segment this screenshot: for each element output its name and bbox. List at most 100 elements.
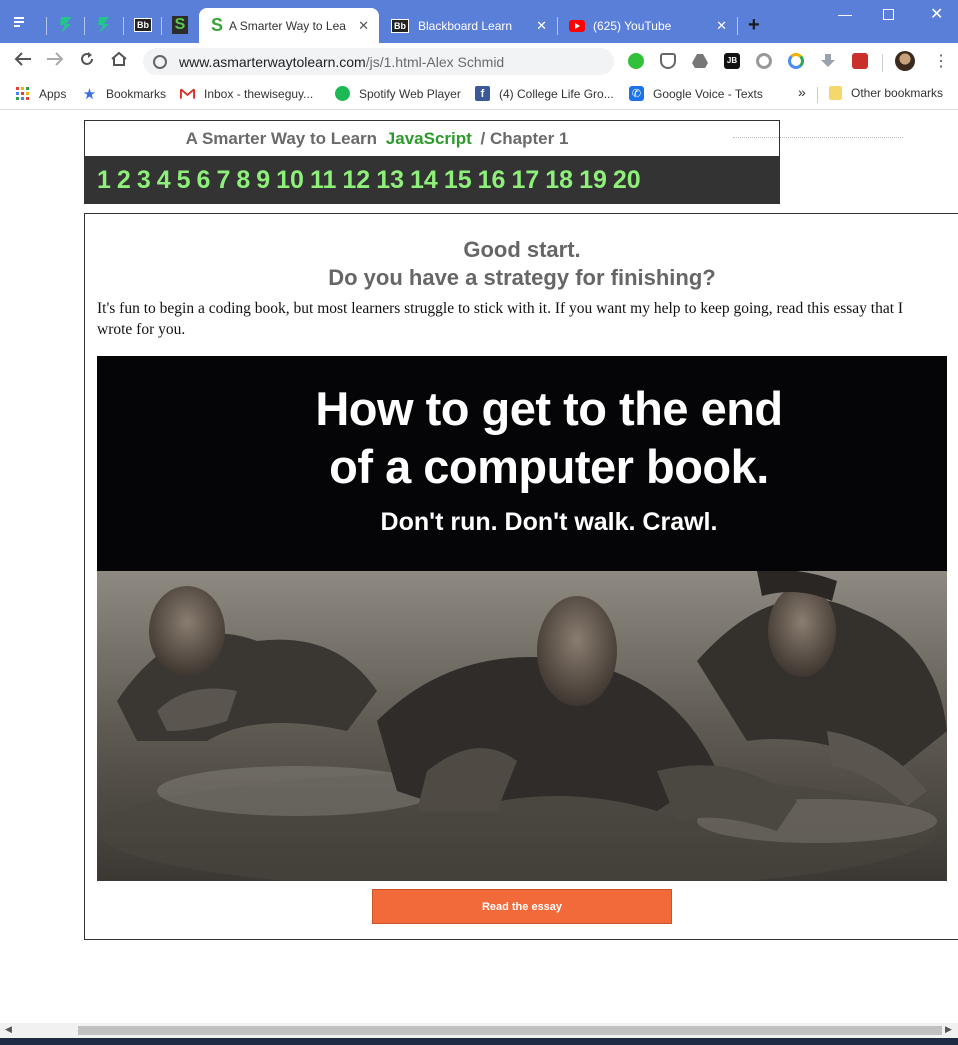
tab-strip: Bb S S A Smarter Way to Lea ✕ Bb Blackbo… [0,0,958,43]
close-tab-icon[interactable]: ✕ [716,18,727,34]
tab-separator [123,17,124,35]
pinned-tab-zybooks-2[interactable] [87,10,121,40]
reload-icon[interactable] [79,51,95,72]
globe-icon [153,54,167,69]
banner-heading-line-1: How to get to the end [315,382,783,435]
scrollbar-thumb[interactable] [78,1026,942,1035]
blackboard-icon: Bb [391,18,409,33]
tab-separator [737,17,738,35]
close-tab-icon[interactable]: ✕ [358,18,369,34]
pinned-tab-blackboard[interactable]: Bb [126,10,160,40]
chapter-link[interactable]: 9 [256,166,270,195]
tab-title: A Smarter Way to Lea [229,18,346,33]
facebook-icon: f [475,86,490,101]
pinned-tab-smarter-way[interactable]: S [163,10,197,40]
bookmark-spotify[interactable]: Spotify Web Player [335,86,461,101]
url-host: www.asmarterwaytolearn.com [179,53,366,70]
menu-kebab-icon[interactable]: ⋮ [933,51,949,71]
book-title-chapter: Chapter 1 [489,128,569,148]
chapter-link[interactable]: 1 [97,166,111,195]
tab-youtube[interactable]: (625) YouTube ✕ [557,8,737,43]
tab-separator [161,17,162,35]
home-icon[interactable] [110,51,128,72]
download-icon[interactable] [820,53,836,69]
chapter-link[interactable]: 12 [342,166,370,195]
essay-banner-image[interactable]: How to get to the end of a computer book… [97,356,947,881]
thumbs-up-extension-icon[interactable] [628,53,644,69]
banner-text: How to get to the end of a computer book… [97,356,947,571]
intro-paragraph: It's fun to begin a coding book, but mos… [97,300,904,338]
chapter-link[interactable]: 10 [276,166,304,195]
chapter-link[interactable]: 15 [444,166,472,195]
chapter-link[interactable]: 18 [545,166,573,195]
bookmark-google-voice[interactable]: ✆ Google Voice - Texts [629,86,763,101]
toolbar-separator [882,54,883,72]
spotify-icon [335,86,350,101]
tab-blackboard[interactable]: Bb Blackboard Learn ✕ [379,8,557,43]
close-window-icon[interactable]: ✕ [930,4,943,24]
tab-separator [46,17,47,35]
maximize-icon[interactable] [883,9,894,20]
google-extension-icon[interactable] [788,53,804,69]
read-essay-button[interactable]: Read the essay [372,889,672,924]
chapter-link[interactable]: 8 [236,166,250,195]
banner-heading: How to get to the end of a computer book… [97,380,947,496]
headline-line-1: Good start. [463,237,581,262]
back-icon[interactable] [14,51,32,72]
banner-heading-line-2: of a computer book. [329,440,769,493]
bookmark-label: Spotify Web Player [359,86,461,101]
browser-toolbar: www.asmarterwaytolearn.com /js/1.html-Al… [0,43,958,79]
close-tab-icon[interactable]: ✕ [536,18,547,34]
headline-line-2: Do you have a strategy for finishing? [328,265,716,290]
chapter-link[interactable]: 16 [478,166,506,195]
chapter-link[interactable]: 13 [376,166,404,195]
chapter-link[interactable]: 5 [177,166,191,195]
chapter-link[interactable]: 6 [197,166,211,195]
smarter-way-icon: S [171,16,189,34]
bookmark-bookmarks[interactable]: ★ Bookmarks [82,85,166,103]
chapter-link[interactable]: 11 [310,166,336,195]
bookmark-label: Other bookmarks [851,86,944,100]
tab-smarter-way[interactable]: S A Smarter Way to Lea ✕ [199,8,379,43]
jetbrains-icon[interactable]: JB [724,53,740,69]
bookmark-extension-icon[interactable] [852,53,868,69]
new-tab-button[interactable]: + [748,14,760,37]
extension-icon[interactable] [756,53,772,69]
bookmark-facebook[interactable]: f (4) College Life Gro... [475,86,614,101]
horizontal-scrollbar[interactable]: ◀ ▶ [0,1023,958,1038]
bookmarks-separator [817,87,818,103]
content-card: Good start. Do you have a strategy for f… [84,213,958,940]
chapter-link[interactable]: 14 [410,166,438,195]
address-bar[interactable]: www.asmarterwaytolearn.com /js/1.html-Al… [143,48,614,75]
smarter-way-icon: S [211,15,224,35]
book-header: A Smarter Way to Learn JavaScript / Chap… [84,120,903,204]
scroll-right-icon[interactable]: ▶ [945,1024,952,1035]
url-path: /js/1.html-Alex Schmid [365,53,505,70]
google-drive-icon[interactable] [692,53,708,69]
chapter-link[interactable]: 2 [117,166,131,195]
book-title-language: JavaScript [385,128,472,148]
bookmark-gmail[interactable]: Inbox - thewiseguy... [180,86,313,101]
bookmark-other[interactable]: Other bookmarks [829,86,943,100]
chapter-link[interactable]: 3 [137,166,151,195]
os-taskbar [0,1038,958,1045]
apps-grid-icon [15,86,30,101]
folder-icon [829,86,842,100]
chapter-link[interactable]: 4 [157,166,171,195]
chapter-link[interactable]: 19 [579,166,607,195]
forward-icon[interactable] [46,51,64,72]
bookmark-label: (4) College Life Gro... [499,86,614,101]
pinned-tab-zybooks[interactable] [49,10,83,40]
chapter-link[interactable]: 17 [511,166,539,195]
tab-search-icon[interactable] [13,16,41,38]
chapter-link[interactable]: 7 [216,166,230,195]
bookmarks-overflow-button[interactable]: » [798,84,806,100]
star-icon: ★ [82,85,97,103]
profile-avatar[interactable] [895,51,915,71]
blackboard-icon: Bb [134,18,152,32]
minimize-icon[interactable]: — [838,6,852,22]
scroll-left-icon[interactable]: ◀ [5,1024,12,1035]
pocket-icon[interactable] [660,53,676,69]
bookmark-apps[interactable]: Apps [15,86,66,101]
chapter-link[interactable]: 20 [613,166,641,195]
